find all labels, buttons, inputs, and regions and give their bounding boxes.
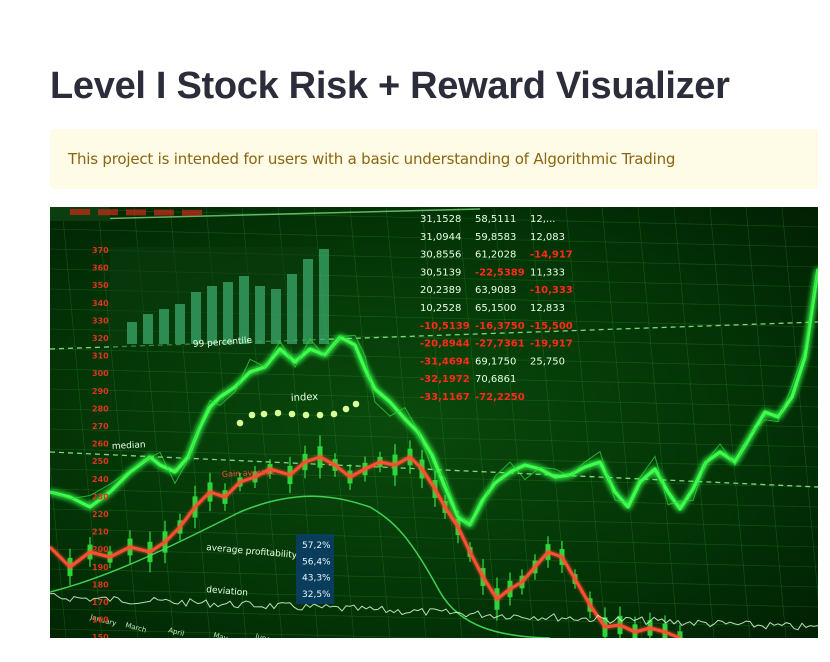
- table-number: -10,333: [530, 285, 573, 296]
- info-banner-text: This project is intended for users with …: [68, 150, 676, 168]
- axis-tick-label: 300: [92, 369, 109, 378]
- profit-value-label: 43,3%: [302, 574, 331, 584]
- table-number: -27,7361: [475, 339, 525, 350]
- axis-tick-label: 350: [92, 281, 109, 290]
- axis-tick-label: 320: [92, 334, 109, 343]
- volume-bar: [127, 322, 137, 344]
- axis-tick-label: 210: [92, 528, 109, 537]
- volume-bar: [319, 249, 329, 344]
- index-dot: [352, 400, 360, 408]
- axis-tick-label: 340: [92, 299, 109, 308]
- table-number: -15,500: [530, 321, 573, 332]
- table-number: 59,8583: [475, 232, 516, 243]
- axis-tick-label: 180: [92, 580, 109, 589]
- axis-tick-label: 200: [92, 545, 109, 554]
- top-strip-marker: [154, 209, 174, 216]
- table-number: -20,8944: [420, 339, 470, 350]
- index-dot: [342, 405, 350, 413]
- profit-value-label: 57,2%: [302, 541, 331, 551]
- table-number: 31,0944: [420, 232, 461, 243]
- table-number: 12,083: [530, 232, 565, 243]
- axis-tick-label: 220: [92, 510, 109, 519]
- index-dot: [302, 411, 310, 419]
- axis-tick-label: 150: [92, 633, 109, 638]
- volume-bar: [271, 289, 281, 344]
- axis-tick-label: 250: [92, 457, 109, 466]
- table-number: -72,2250: [475, 392, 525, 403]
- table-number: -10,5139: [420, 321, 470, 332]
- table-number: -22,5389: [475, 267, 525, 278]
- volume-bar: [207, 286, 217, 344]
- table-number: -33,1167: [420, 392, 470, 403]
- axis-tick-label: 280: [92, 404, 109, 413]
- median-label: median: [112, 440, 146, 452]
- volume-bar: [159, 309, 169, 344]
- table-number: 63,9083: [475, 285, 516, 296]
- volume-bar: [255, 286, 265, 344]
- volume-bar: [239, 276, 249, 344]
- table-number: -16,3750: [475, 321, 525, 332]
- volume-bar: [303, 259, 313, 344]
- axis-tick-label: 330: [92, 316, 109, 325]
- axis-tick-label: 240: [92, 475, 109, 484]
- top-strip-marker: [70, 209, 90, 215]
- axis-tick-label: 360: [92, 264, 109, 273]
- top-strip-marker: [126, 209, 146, 216]
- table-number: 20,2389: [420, 285, 461, 296]
- top-strip-marker: [98, 209, 118, 216]
- axis-tick-label: 160: [92, 616, 109, 625]
- table-number: -19,917: [530, 339, 573, 350]
- volume-bar: [223, 282, 233, 344]
- axis-tick-label: 230: [92, 492, 109, 501]
- table-number: 25,750: [530, 356, 565, 367]
- axis-tick-label: 270: [92, 422, 109, 431]
- table-number: -31,4694: [420, 356, 470, 367]
- index-dot: [330, 410, 338, 418]
- top-strip-marker: [182, 209, 202, 216]
- index-dot: [248, 411, 256, 419]
- index-dot: [236, 419, 244, 427]
- table-number: -32,1972: [420, 374, 470, 385]
- profit-value-label: 56,4%: [302, 557, 331, 567]
- index-dot: [316, 411, 324, 419]
- axis-tick-label: 260: [92, 440, 109, 449]
- info-banner: This project is intended for users with …: [50, 129, 818, 189]
- volume-bar: [175, 304, 185, 344]
- index-dot: [288, 410, 296, 418]
- axis-tick-label: 370: [92, 246, 109, 255]
- volume-bar: [191, 292, 201, 344]
- table-number: 31,1528: [420, 214, 461, 225]
- stock-chart-illustration: 99 percentileindexmedianGain averageaver…: [50, 207, 818, 638]
- axis-tick-label: 170: [92, 598, 109, 607]
- table-number: 12,833: [530, 303, 565, 314]
- hero-stock-chart-image: 99 percentile index median Gain average aver…: [50, 207, 818, 638]
- volume-bar: [143, 314, 153, 344]
- table-number: 61,2028: [475, 250, 516, 261]
- page-title: Level I Stock Risk + Reward Visualizer: [50, 65, 730, 107]
- table-number: 69,1750: [475, 356, 516, 367]
- table-number: 65,1500: [475, 303, 516, 314]
- profit-value-label: 32,5%: [302, 590, 331, 600]
- index-dot: [274, 409, 282, 417]
- index-dot: [260, 410, 268, 418]
- table-number: 58,5111: [475, 214, 516, 225]
- table-number: 30,5139: [420, 267, 461, 278]
- axis-tick-label: 310: [92, 352, 109, 361]
- volume-bar: [287, 274, 297, 344]
- axis-tick-label: 190: [92, 563, 109, 572]
- table-number: 30,8556: [420, 250, 461, 261]
- table-number: -14,917: [530, 250, 573, 261]
- table-number: 12,...: [530, 214, 555, 225]
- index-label: index: [291, 392, 319, 404]
- table-number: 11,333: [530, 267, 565, 278]
- table-number: 10,2528: [420, 303, 461, 314]
- axis-tick-label: 290: [92, 387, 109, 396]
- table-number: 70,6861: [475, 374, 516, 385]
